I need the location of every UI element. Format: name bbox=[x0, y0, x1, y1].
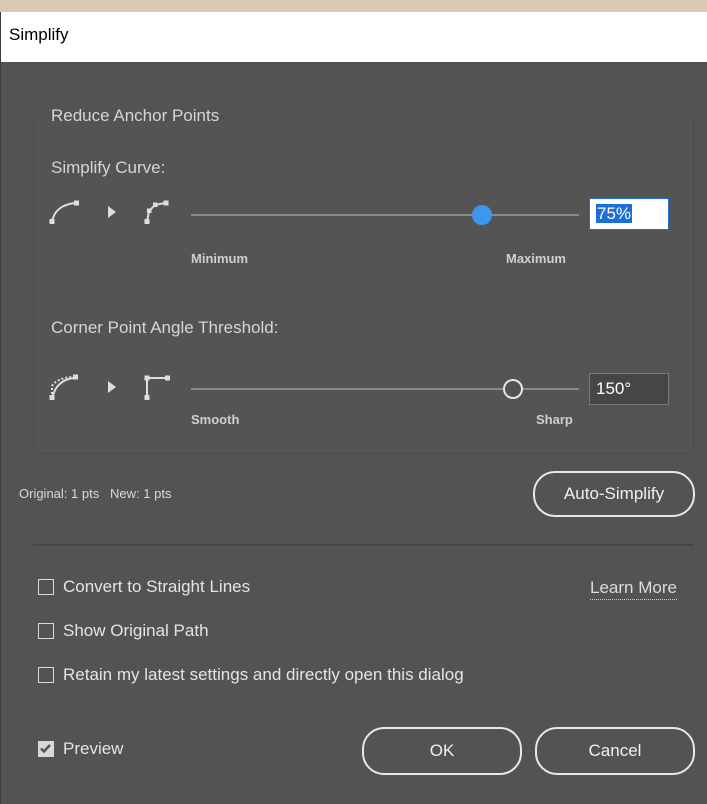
group-title: Reduce Anchor Points bbox=[51, 106, 220, 125]
corner-threshold-slider-thumb[interactable] bbox=[503, 379, 524, 399]
simplify-curve-value: 75% bbox=[596, 204, 633, 223]
retain-settings-checkbox[interactable] bbox=[38, 667, 54, 683]
preview-label: Preview bbox=[63, 739, 124, 758]
sharp-corner-icon bbox=[144, 375, 170, 400]
corner-threshold-value: 150° bbox=[596, 379, 632, 398]
simplify-curve-slider-track[interactable] bbox=[191, 214, 579, 216]
ok-button[interactable]: OK bbox=[362, 727, 522, 775]
convert-straight-lines-option[interactable]: Convert to Straight Lines bbox=[38, 577, 250, 597]
checkmark-icon bbox=[40, 744, 51, 754]
arrow-right-icon bbox=[108, 206, 116, 218]
arrow-right-icon bbox=[108, 381, 116, 393]
corner-threshold-label: Corner Point Angle Threshold: bbox=[51, 318, 279, 337]
simplify-min-label: Minimum bbox=[191, 251, 249, 266]
show-original-path-checkbox[interactable] bbox=[38, 623, 54, 639]
title-bar: Simplify bbox=[1, 12, 707, 62]
ok-label: OK bbox=[429, 741, 455, 760]
convert-straight-lines-checkbox[interactable] bbox=[38, 579, 54, 595]
retain-settings-label: Retain my latest settings and directly o… bbox=[63, 665, 464, 684]
auto-simplify-button[interactable]: Auto-Simplify bbox=[533, 471, 695, 517]
simplify-curve-value-field[interactable]: 75% bbox=[589, 198, 669, 230]
corner-threshold-value-field[interactable]: 150° bbox=[589, 373, 669, 405]
simplify-dialog: Simplify Reduce Anchor Points Simplify C… bbox=[0, 12, 707, 804]
show-original-path-option[interactable]: Show Original Path bbox=[38, 621, 209, 641]
cancel-label: Cancel bbox=[588, 741, 642, 760]
curve-icon bbox=[49, 200, 79, 224]
show-original-path-label: Show Original Path bbox=[63, 621, 209, 640]
dialog-title: Simplify bbox=[9, 25, 69, 44]
corner-min-label: Smooth bbox=[191, 412, 240, 427]
preview-checkbox[interactable] bbox=[38, 741, 54, 757]
corner-max-label: Sharp bbox=[536, 412, 573, 427]
auto-simplify-label: Auto-Simplify bbox=[563, 484, 665, 503]
convert-straight-lines-label: Convert to Straight Lines bbox=[63, 577, 251, 596]
retain-settings-option[interactable]: Retain my latest settings and directly o… bbox=[38, 665, 464, 685]
smooth-corner-icon bbox=[49, 374, 78, 400]
simplify-curve-label: Simplify Curve: bbox=[51, 158, 166, 177]
simplify-curve-slider-thumb[interactable] bbox=[472, 205, 492, 225]
learn-more-link[interactable]: Learn More bbox=[590, 578, 677, 600]
preview-option[interactable]: Preview bbox=[38, 739, 123, 759]
simplified-curve-icon bbox=[144, 200, 169, 224]
cancel-button[interactable]: Cancel bbox=[535, 727, 695, 775]
section-divider bbox=[33, 544, 694, 546]
points-info: Original: 1 pts New: 1 pts bbox=[19, 486, 172, 501]
simplify-max-label: Maximum bbox=[506, 251, 566, 266]
